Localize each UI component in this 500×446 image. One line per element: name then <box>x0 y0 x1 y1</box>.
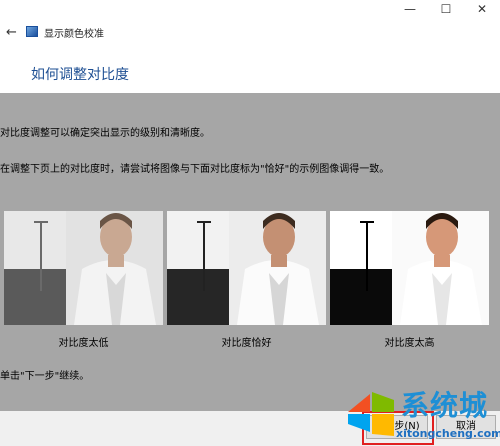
header: ← 显示颜色校准 如何调整对比度 <box>0 20 500 90</box>
windows-logo-icon <box>348 392 394 436</box>
minimize-button[interactable]: — <box>392 0 428 20</box>
watermark-brand: 系统城 <box>401 389 489 422</box>
sample-label-good: 对比度恰好 <box>221 338 272 349</box>
title-bar: — ☐ ✕ <box>0 0 500 20</box>
sample-image-good-contrast <box>167 211 326 325</box>
close-button[interactable]: ✕ <box>464 0 500 20</box>
continue-instruction: 单击"下一步"继续。 <box>0 371 90 382</box>
sample-image-low-contrast <box>4 211 163 325</box>
app-title: 显示颜色校准 <box>44 29 104 40</box>
watermark: 系统城 xitongcheng.com <box>344 384 500 444</box>
sample-image-high-contrast <box>330 211 489 325</box>
sample-label-low: 对比度太低 <box>58 338 109 349</box>
back-arrow-icon[interactable]: ← <box>6 25 17 40</box>
instruction-text: 在调整下页上的对比度时，请尝试将图像与下面对比度标为"恰好"的示例图像调得一致。 <box>0 164 390 175</box>
sample-label-high: 对比度太高 <box>384 338 435 349</box>
maximize-button[interactable]: ☐ <box>428 0 464 20</box>
watermark-url: xitongcheng.com <box>396 427 500 440</box>
content-panel: 对比度调整可以确定突出显示的级别和清晰度。 在调整下页上的对比度时，请尝试将图像… <box>0 93 500 411</box>
monitor-icon <box>26 26 38 37</box>
page-title: 如何调整对比度 <box>31 67 129 83</box>
description-text: 对比度调整可以确定突出显示的级别和清晰度。 <box>0 128 210 139</box>
